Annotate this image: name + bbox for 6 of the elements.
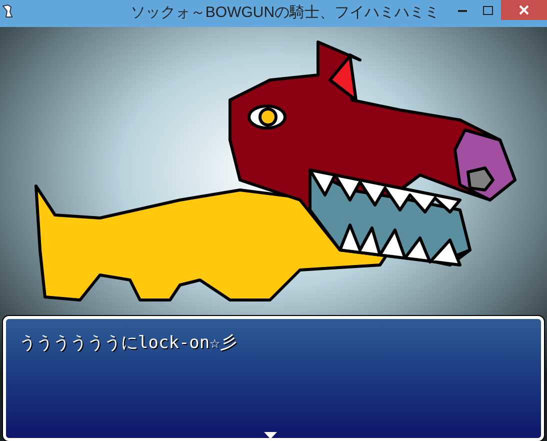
minimize-icon: [458, 8, 466, 12]
window-title: ソックォ～BOWGUNの騎士、フイハミハミミ: [129, 3, 441, 24]
close-icon: [519, 5, 529, 15]
maximize-icon: [483, 6, 493, 14]
message-text: ううううううにlock-on☆彡: [19, 332, 237, 355]
close-button[interactable]: [501, 0, 547, 20]
